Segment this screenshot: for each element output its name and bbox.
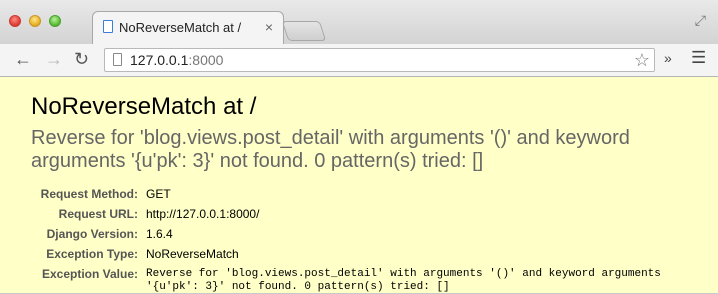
tab-title: NoReverseMatch at / — [119, 20, 242, 35]
meta-label: Django Version: — [46, 227, 138, 241]
hamburger-menu-icon[interactable]: ☰ — [691, 48, 706, 68]
forward-arrow-icon[interactable]: → — [45, 49, 63, 69]
meta-label: Exception Value: — [41, 267, 138, 281]
browser-titlebar: NoReverseMatch at / × ⤢ — [0, 0, 718, 44]
bookmark-star-icon[interactable]: ☆ — [634, 50, 650, 71]
url-host: 127.0.0.1 — [130, 52, 189, 68]
tab-close-icon[interactable]: × — [265, 19, 273, 35]
meta-value: Reverse for 'blog.views.post_detail' wit… — [146, 268, 661, 293]
window-close-button[interactable] — [9, 15, 21, 27]
meta-value: NoReverseMatch — [146, 247, 239, 261]
new-tab-button[interactable] — [281, 21, 327, 41]
meta-label: Exception Type: — [46, 247, 138, 261]
extensions-overflow-icon[interactable]: » — [664, 50, 672, 66]
exception-message: Reverse for 'blog.views.post_detail' wit… — [31, 127, 630, 172]
window-minimize-button[interactable] — [29, 15, 41, 27]
url-port: :8000 — [188, 52, 224, 68]
page-favicon-icon — [103, 20, 113, 33]
address-bar[interactable]: 127.0.0.1:8000 ☆ — [104, 48, 655, 72]
window-maximize-button[interactable] — [49, 15, 61, 27]
reload-icon[interactable]: ↻ — [74, 49, 89, 69]
meta-value: http://127.0.0.1:8000/ — [146, 207, 260, 221]
back-arrow-icon[interactable]: ← — [14, 49, 32, 69]
browser-toolbar: ← → ↻ 127.0.0.1:8000 ☆ » ☰ — [0, 44, 718, 77]
page-icon — [113, 53, 122, 66]
meta-value: 1.6.4 — [146, 227, 173, 241]
meta-value: GET — [146, 187, 171, 201]
fullscreen-icon[interactable]: ⤢ — [695, 12, 706, 29]
meta-label: Request Method: — [40, 187, 138, 201]
django-error-page: NoReverseMatch at / Reverse for 'blog.vi… — [0, 77, 718, 293]
url-text[interactable]: 127.0.0.1:8000 — [130, 52, 223, 68]
page-title: NoReverseMatch at / — [31, 93, 257, 120]
meta-label: Request URL: — [58, 207, 138, 221]
browser-tab[interactable]: NoReverseMatch at / × — [92, 11, 284, 44]
